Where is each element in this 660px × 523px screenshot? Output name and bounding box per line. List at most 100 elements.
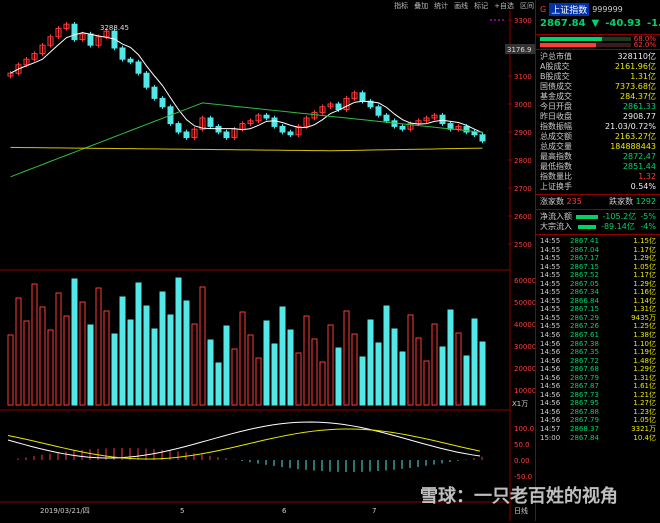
- tick-volume: 1.15亿: [633, 237, 656, 245]
- tick-volume: 1.31亿: [633, 305, 656, 314]
- volume-bar: [247, 334, 254, 406]
- tick-price: 2867.88: [570, 407, 599, 416]
- candle-body: [263, 114, 270, 119]
- tick-price: 2867.68: [570, 365, 599, 374]
- price-tick-label: 2500: [514, 241, 532, 249]
- volume-bar: [471, 318, 478, 406]
- current-price: 2867.84: [540, 18, 586, 29]
- volume-bar: [271, 343, 278, 406]
- kline-svg[interactable]: 3300320031003000290028002700260025003176…: [0, 0, 536, 521]
- kline-chart-area[interactable]: 指标 叠加 统计 画线 标记 +自选 区间 330032003100300029…: [0, 0, 536, 521]
- stat-value: 284.37亿: [620, 92, 656, 101]
- price-change: -40.93: [605, 18, 642, 29]
- volume-tick-label: 30000: [514, 343, 535, 351]
- toolbar-overlay[interactable]: 叠加: [413, 1, 429, 11]
- tick-list[interactable]: 14:55 2867.41 1.15亿 14:55 2867.04 1.17亿 14:55 2…: [536, 237, 660, 442]
- tick-row: 14:56 2867.38 1.10亿: [536, 340, 660, 349]
- tick-row: 14:56 2867.87 1.61亿: [536, 382, 660, 391]
- candle-body: [279, 125, 286, 133]
- stat-label: B股成交: [540, 72, 570, 81]
- volume-bar: [39, 306, 46, 406]
- volume-bar: [415, 337, 422, 406]
- index-code: 999999: [592, 4, 623, 14]
- tick-row: 14:57 2868.37 3321万: [536, 425, 660, 434]
- tick-price: 2868.37: [570, 425, 599, 434]
- tick-volume: 1.29亿: [633, 365, 656, 374]
- volume-bar: [263, 320, 270, 406]
- tick-volume: 1.16亿: [633, 288, 656, 297]
- ratio-bar-2-pct: 62.0%: [633, 41, 656, 49]
- flow-2-pct: -4%: [640, 222, 656, 231]
- price-tick-label: 2900: [514, 129, 532, 137]
- price-tick-label: 2700: [514, 185, 532, 193]
- stat-row: 今日开盘 2861.33: [536, 102, 660, 112]
- tick-volume: 10.4亿: [633, 433, 656, 442]
- tick-row: 14:55 2867.34 1.16亿: [536, 288, 660, 297]
- tick-price: 2867.72: [570, 356, 599, 365]
- candle-body: [159, 97, 166, 108]
- candle-body: [479, 134, 486, 142]
- toolbar-draw[interactable]: 画线: [453, 1, 469, 11]
- volume-bar: [439, 346, 446, 406]
- down-arrow-icon: ▼: [591, 18, 600, 29]
- stat-row: 指数量比 1.32: [536, 172, 660, 182]
- volume-bar: [455, 332, 462, 406]
- stat-label: 指数振幅: [540, 122, 572, 131]
- flow-row-1: 净流入额 -105.2亿 -5%: [536, 212, 660, 222]
- candle-body: [399, 125, 406, 130]
- macd-dea-line: [7, 428, 481, 460]
- tick-time: 14:55: [540, 262, 561, 271]
- tick-price: 2867.79: [570, 373, 599, 382]
- tick-time: 14:55: [540, 245, 561, 254]
- volume-bar: [183, 300, 190, 406]
- stat-label: 今日开盘: [540, 102, 572, 111]
- tick-price: 2867.15: [570, 262, 599, 271]
- tick-volume: 1.48亿: [633, 356, 656, 365]
- toolbar-mark[interactable]: 标记: [473, 1, 489, 11]
- tick-price: 2867.34: [570, 288, 599, 297]
- candle-body: [271, 117, 278, 127]
- tick-price: 2867.52: [570, 271, 599, 280]
- tick-price: 2867.73: [570, 390, 599, 399]
- date-axis-label: 2019/03/21/四: [40, 507, 90, 515]
- tick-price: 2867.87: [570, 382, 599, 391]
- stat-row: 基金成交 284.37亿: [536, 92, 660, 102]
- tick-time: 14:55: [540, 296, 561, 305]
- watermark-text: 雪球：一只老百姓的视角: [420, 486, 618, 507]
- ma-long-line: [10, 102, 483, 178]
- tick-price: 2867.84: [570, 433, 599, 442]
- tick-time: 14:55: [540, 322, 561, 331]
- volume-unit-label: X1万: [512, 400, 528, 408]
- volume-bar: [391, 328, 398, 406]
- volume-bar: [375, 342, 382, 406]
- toolbar-range[interactable]: 区间: [519, 1, 535, 11]
- tick-volume: 1.27亿: [633, 399, 656, 408]
- tick-price: 2867.38: [570, 339, 599, 348]
- volume-bar: [79, 301, 86, 406]
- stat-value: 21.03/0.72%: [604, 122, 656, 131]
- tick-row: 14:55 2867.04 1.17亿: [536, 246, 660, 255]
- flow-2-value: -89.14亿: [601, 222, 635, 231]
- stat-value: 7373.68亿: [614, 82, 656, 91]
- stat-label: A股成交: [540, 62, 570, 71]
- price-tick-label: 2800: [514, 157, 532, 165]
- tick-time: 14:55: [540, 237, 561, 245]
- candle-body: [127, 58, 134, 63]
- stats-list: 沪总市值 328110亿 A股成交 2161.96亿 B股成交 1.31亿 国债成交 7373…: [536, 52, 660, 192]
- tick-volume: 1.17亿: [633, 245, 656, 254]
- tick-price: 2867.95: [570, 399, 599, 408]
- candle-body: [359, 92, 366, 102]
- toolbar-add-watchlist[interactable]: +自选: [493, 1, 515, 11]
- toolbar-stats[interactable]: 统计: [433, 1, 449, 11]
- tick-time: 14:55: [540, 288, 561, 297]
- volume-tick-label: 10000: [514, 387, 535, 395]
- stat-label: 最高指数: [540, 152, 572, 161]
- volume-bar: [239, 311, 246, 406]
- volume-bar: [143, 305, 150, 406]
- volume-bar: [431, 323, 438, 406]
- toolbar-indicator[interactable]: 指标: [393, 1, 409, 11]
- date-axis-label: 6: [282, 507, 287, 515]
- tick-row: 14:56 2867.95 1.27亿: [536, 399, 660, 408]
- tick-time: 14:56: [540, 356, 561, 365]
- stat-value: 1.32: [638, 172, 656, 181]
